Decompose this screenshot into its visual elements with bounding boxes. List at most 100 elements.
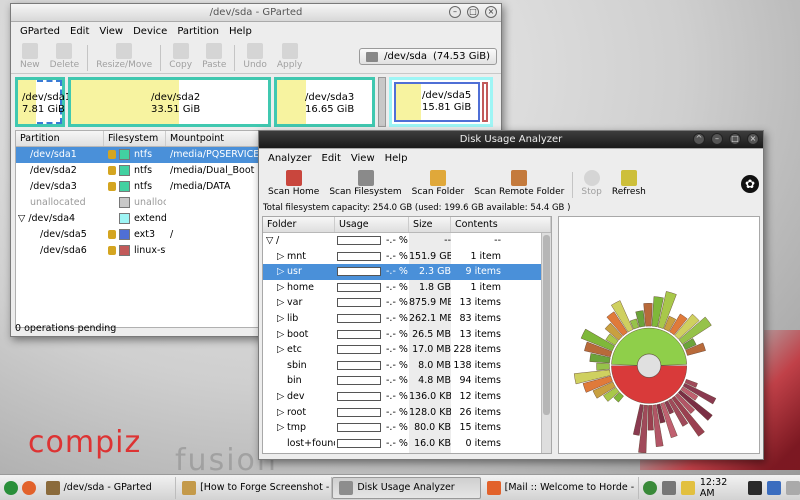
usage-percent: -.- % (386, 297, 408, 309)
ring-chart[interactable] (559, 217, 759, 454)
task-file-browser[interactable]: [How to Forge Screenshot - Fi (176, 476, 333, 499)
trash-icon[interactable] (786, 480, 800, 495)
expander-icon[interactable]: ▷ (277, 389, 287, 405)
window-menu-icon[interactable] (263, 133, 275, 145)
scan-remote-folder-button[interactable]: Scan Remote Folder (469, 169, 569, 198)
workspace-switcher-icon[interactable] (767, 480, 782, 495)
update-notifier-icon[interactable] (680, 480, 695, 495)
menu-help[interactable]: Help (380, 153, 413, 164)
expander-icon[interactable]: ▷ (277, 327, 287, 343)
copy-button[interactable]: Copy (164, 42, 197, 71)
expander-icon[interactable]: ▷ (277, 311, 287, 327)
resize-move-button[interactable]: Resize/Move (91, 42, 157, 71)
network-icon[interactable] (642, 480, 657, 495)
clock[interactable]: 12:32 AM (700, 477, 743, 499)
menu-gparted[interactable]: GParted (15, 26, 65, 37)
partition-block-sda1[interactable]: /dev/sda1 7.81 GiB (15, 77, 71, 127)
partition-block-sda3[interactable]: /dev/sda3 16.65 GiB (274, 77, 375, 127)
expander-icon[interactable]: ▷ (277, 249, 287, 265)
column-partition[interactable]: Partition (16, 131, 104, 146)
column-size[interactable]: Size (409, 217, 451, 232)
expander-icon[interactable]: ▷ (277, 405, 287, 421)
minimize-icon[interactable]: – (711, 133, 723, 145)
ring-segment[interactable] (596, 362, 610, 371)
folder-row[interactable]: ▷ tmp -.- % 80.0 KB 15 items (263, 420, 551, 436)
expander-icon[interactable]: ▷ (277, 342, 287, 358)
undo-button[interactable]: Undo (238, 42, 272, 71)
expander-icon[interactable]: ▽ (266, 233, 276, 249)
folder-row[interactable]: ▷ var -.- % 875.9 MB 13 items (263, 295, 551, 311)
folder-contents: 138 items (453, 359, 501, 371)
maximize-icon[interactable]: □ (467, 6, 479, 18)
extended-partition-block[interactable]: /dev/sda5 15.81 GiB (389, 77, 493, 127)
folder-row[interactable]: srv -.- %4.0 KB0 items (263, 451, 551, 453)
folder-row[interactable]: ▽ / -.- % -- -- (263, 233, 551, 249)
close-icon[interactable]: × (747, 133, 759, 145)
shade-icon[interactable]: ^ (693, 133, 705, 145)
folder-row[interactable]: ▷ etc -.- % 17.0 MB 228 items (263, 342, 551, 358)
device-name: /dev/sda (384, 51, 427, 62)
folder-row[interactable]: ▷ mnt -.- % 151.9 GB 1 item (263, 248, 551, 265)
vertical-scrollbar[interactable] (541, 233, 551, 453)
gparted-titlebar[interactable]: /dev/sda - GParted – □ × (11, 4, 501, 22)
ring-segment[interactable] (643, 303, 653, 327)
dua-titlebar[interactable]: Disk Usage Analyzer ^ – □ × (259, 131, 763, 149)
task-disk-usage-analyzer[interactable]: Disk Usage Analyzer (332, 476, 481, 499)
scan-home-button[interactable]: Scan Home (263, 169, 324, 198)
column-usage[interactable]: Usage (335, 217, 409, 232)
scan-folder-button[interactable]: Scan Folder (407, 169, 470, 198)
partition-block-sda2[interactable]: /dev/sda2 33.51 GiB (68, 77, 271, 127)
new-button[interactable]: New (15, 42, 45, 71)
scan-filesystem-button[interactable]: Scan Filesystem (324, 169, 406, 198)
unallocated-block[interactable] (378, 77, 386, 127)
minimize-icon[interactable]: – (449, 6, 461, 18)
task-gparted[interactable]: /dev/sda - GParted (40, 476, 177, 499)
device-selector[interactable]: /dev/sda (74.53 GiB) (359, 48, 497, 65)
column-contents[interactable]: Contents (451, 217, 551, 232)
menu-device[interactable]: Device (128, 26, 172, 37)
task-mail-browser[interactable]: [Mail :: Welcome to Horde - M (481, 476, 639, 499)
expander-icon[interactable]: ▷ (277, 280, 287, 296)
menu-edit[interactable]: Edit (317, 153, 346, 164)
expander-icon[interactable]: ▷ (277, 420, 287, 436)
scrollbar-thumb[interactable] (543, 235, 550, 415)
column-folder[interactable]: Folder (263, 217, 335, 232)
paste-button[interactable]: Paste (197, 42, 231, 71)
volume-icon[interactable] (661, 480, 676, 495)
expander-icon[interactable]: ▷ (277, 295, 287, 311)
folder-row[interactable]: ▷ usr -.- % 2.3 GB 9 items (263, 264, 551, 280)
partition-block-sda5[interactable]: /dev/sda5 15.81 GiB (394, 82, 480, 122)
menu-analyzer[interactable]: Analyzer (263, 153, 317, 164)
expander-icon[interactable]: ▽ (18, 213, 28, 224)
expander-icon[interactable]: ▷ (277, 264, 287, 280)
filesystem-name: extended (134, 213, 166, 224)
menu-edit[interactable]: Edit (65, 26, 94, 37)
menu-view[interactable]: View (346, 153, 380, 164)
folder-row[interactable]: ▷ boot -.- % 26.5 MB 13 items (263, 326, 551, 343)
close-icon[interactable]: × (485, 6, 497, 18)
folder-row[interactable]: sbin -.- % 8.0 MB 138 items (263, 357, 551, 374)
folder-row[interactable]: bin -.- % 4.8 MB 94 items (263, 373, 551, 389)
menu-partition[interactable]: Partition (172, 26, 224, 37)
maximize-icon[interactable]: □ (729, 133, 741, 145)
folder-row[interactable]: ▷ root -.- % 128.0 KB 26 items (263, 404, 551, 421)
folder-contents: 0 items (465, 437, 501, 449)
column-filesystem[interactable]: Filesystem (104, 131, 166, 146)
stop-button[interactable]: Stop (576, 169, 606, 198)
firefox-icon[interactable] (22, 480, 36, 495)
start-menu-button[interactable] (0, 477, 40, 499)
folder-row[interactable]: ▷ home -.- % 1.8 GB 1 item (263, 279, 551, 296)
folder-row[interactable]: ▷ lib -.- % 262.1 MB 83 items (263, 310, 551, 327)
delete-button[interactable]: Delete (45, 42, 85, 71)
show-desktop-icon[interactable] (748, 480, 763, 495)
folder-contents: -- (494, 235, 501, 246)
folder-row[interactable]: lost+found -.- % 16.0 KB 0 items (263, 435, 551, 452)
apply-button[interactable]: Apply (272, 42, 307, 71)
refresh-button[interactable]: Refresh (607, 169, 651, 198)
gparted-toolbar: New Delete Resize/Move Copy Paste Undo A… (11, 40, 501, 74)
folder-row[interactable]: ▷ dev -.- % 136.0 KB 12 items (263, 388, 551, 405)
partition-block-sda6[interactable] (482, 82, 488, 122)
menu-view[interactable]: View (94, 26, 128, 37)
menu-help[interactable]: Help (224, 26, 257, 37)
folder-size: 17.0 MB (409, 342, 451, 358)
